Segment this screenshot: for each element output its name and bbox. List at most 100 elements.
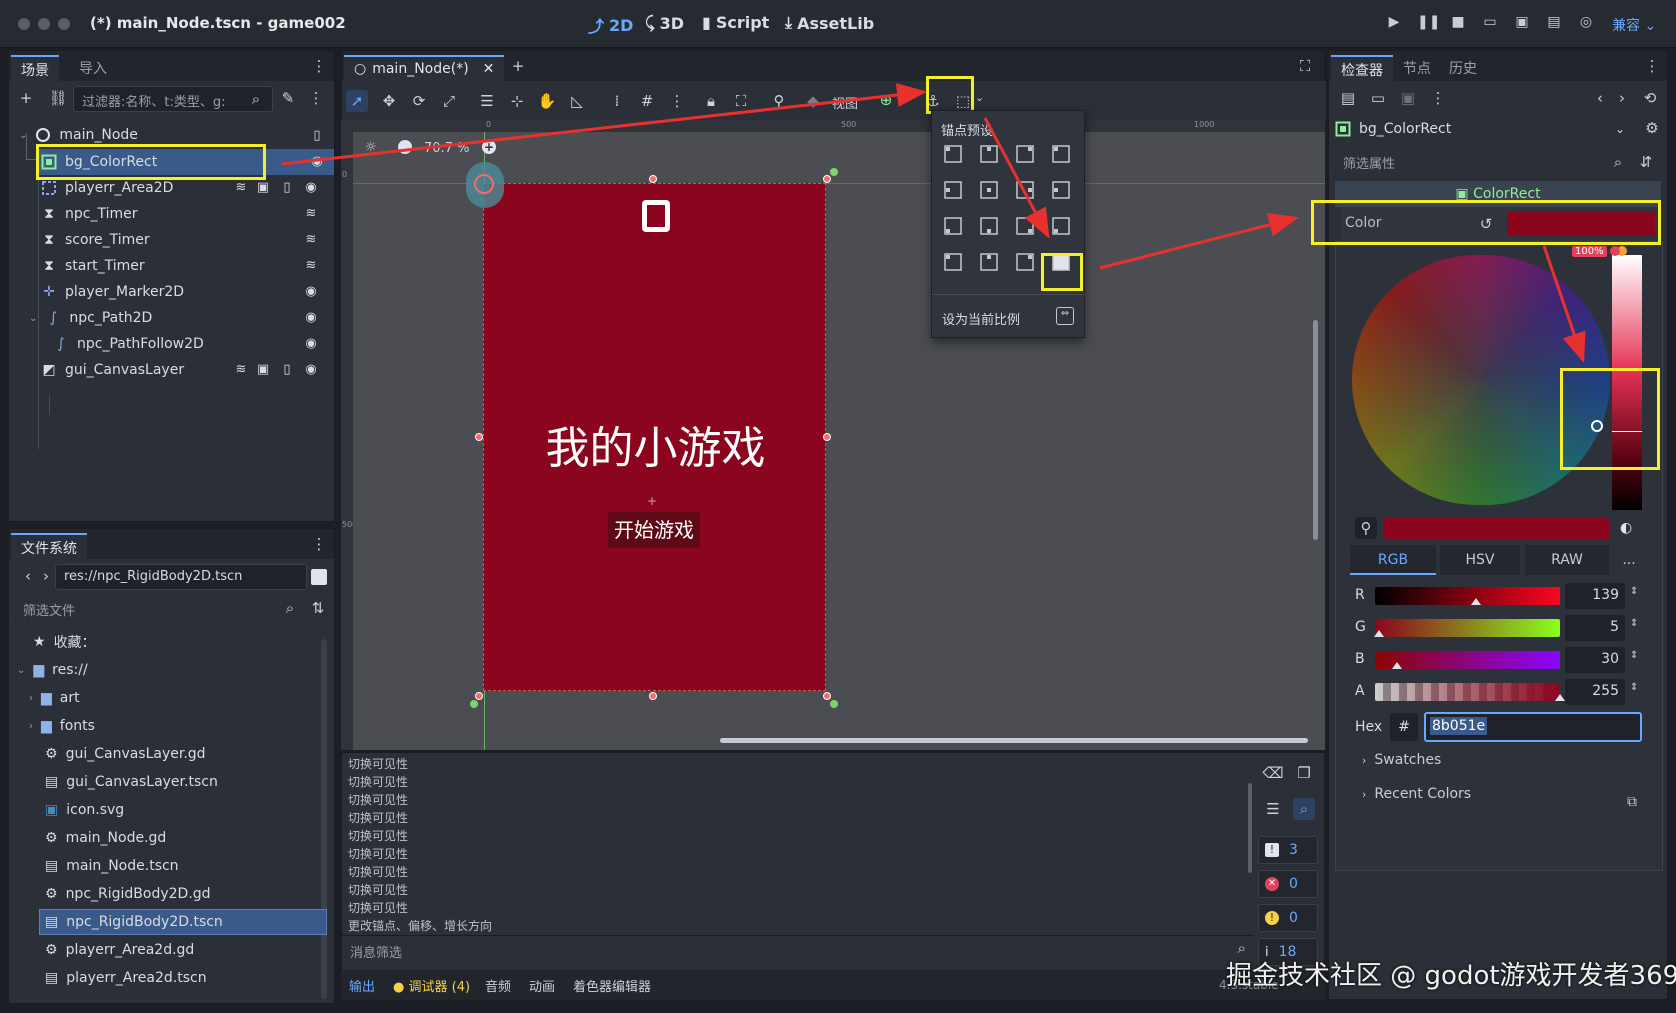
rotate-mode-icon[interactable]: ⟳ (408, 90, 430, 112)
file-item-playerr-area2d-gd[interactable]: ⚙ playerr_Area2d.gd (45, 937, 194, 963)
anchor-preset-1-0-icon[interactable] (942, 179, 964, 201)
tree-node-player-marker2d[interactable]: ✛ player_Marker2D (41, 279, 184, 305)
anchor-handle[interactable] (830, 168, 838, 176)
tab-node[interactable]: 节点 (1393, 55, 1441, 81)
workspace-script-button[interactable]: ▮ Script (702, 13, 769, 32)
scrollbar[interactable] (321, 639, 327, 999)
resize-handle[interactable] (475, 433, 483, 441)
new-resource-icon[interactable]: ▤ (1337, 87, 1359, 109)
tab-output[interactable]: 输出 (349, 976, 375, 995)
grid-snap-icon[interactable]: # (636, 90, 658, 112)
play-scene-icon[interactable]: ▣ (1513, 14, 1531, 32)
group-icon[interactable]: ⛶ (730, 90, 752, 112)
swatches-section[interactable]: › Swatches (1362, 752, 1441, 768)
chevron-down-icon[interactable]: ⌄ (975, 91, 984, 104)
anchor-preset-2-3-icon[interactable] (1050, 215, 1072, 237)
resize-handle[interactable] (475, 692, 483, 700)
hex-input[interactable]: 8b051e (1424, 712, 1642, 742)
script-icon[interactable]: ▯ (309, 128, 325, 144)
object-properties-icon[interactable]: ⚙ (1641, 117, 1663, 139)
chevron-down-icon[interactable]: ⌄ (29, 313, 37, 324)
tab-filesystem[interactable]: 文件系统 (11, 533, 87, 559)
instance-icon[interactable]: ▣ (255, 180, 271, 196)
select-mode-icon[interactable]: ➚ (346, 90, 368, 112)
resize-handle[interactable] (823, 175, 831, 183)
anchor-handle[interactable] (470, 700, 478, 708)
horizontal-scrollbar[interactable] (720, 738, 1308, 743)
stepper-icon[interactable]: ⇕ (1630, 650, 1638, 661)
resize-handle[interactable] (649, 175, 657, 183)
remote-debug-icon[interactable]: ▭ (1481, 14, 1499, 32)
file-item-fonts[interactable]: › ▆ fonts (29, 713, 95, 739)
error-count-toggle[interactable]: ✕ 0 (1258, 870, 1318, 898)
workspace-3d-button[interactable]: ⤹ 3D (645, 13, 684, 33)
resize-handle[interactable] (823, 692, 831, 700)
zoom-out-icon[interactable] (398, 140, 412, 154)
stepper-icon[interactable]: ⇕ (1630, 682, 1638, 693)
anchor-preset-3-0-icon[interactable] (942, 251, 964, 273)
pivot-icon[interactable]: ⊹ (506, 90, 528, 112)
hex-hash-toggle[interactable]: # (1390, 713, 1418, 741)
visibility-eye-icon[interactable]: ◉ (303, 284, 319, 300)
collapse-icon[interactable]: ☰ (1262, 798, 1284, 820)
history-back-icon[interactable]: ‹ (1589, 87, 1611, 109)
anchor-preset-0-1-icon[interactable] (978, 143, 1000, 165)
channel-pointer-icon[interactable] (1373, 630, 1384, 637)
anchor-preset-1-3-icon[interactable] (1050, 179, 1072, 201)
play-icon[interactable]: ▶ (1385, 14, 1403, 32)
movie-maker-icon[interactable]: ◎ (1577, 14, 1595, 32)
list-select-icon[interactable]: ☰ (476, 90, 498, 112)
split-view-icon[interactable] (311, 569, 327, 585)
visibility-eye-icon[interactable]: ◉ (309, 154, 325, 170)
mode-raw-tab[interactable]: RAW (1525, 545, 1609, 575)
maximize-window-button[interactable] (58, 18, 70, 30)
tab-inspector[interactable]: 检查器 (1331, 55, 1393, 81)
anchor-preset-3-2-icon[interactable] (1014, 251, 1036, 273)
add-node-icon[interactable]: + (15, 87, 37, 109)
signal-icon[interactable]: ≋ (303, 232, 319, 248)
stepper-icon[interactable]: ⇕ (1630, 586, 1638, 597)
copy-icon[interactable]: ❐ (1293, 762, 1315, 784)
save-icon[interactable]: ▣ (1397, 87, 1419, 109)
file-item-gui-canvaslayer-gd[interactable]: ⚙ gui_CanvasLayer.gd (45, 741, 206, 767)
file-item-icon-svg[interactable]: ▣ icon.svg (45, 797, 124, 823)
anchor-preset-0-2-icon[interactable] (1014, 143, 1036, 165)
visibility-eye-icon[interactable]: ◉ (303, 362, 319, 378)
anchor-preset-3-1-icon[interactable] (978, 251, 1000, 273)
object-selector[interactable]: bg_ColorRect ⌄ (1335, 115, 1625, 143)
add-tab-icon[interactable]: + (507, 55, 529, 77)
channel-pointer-icon[interactable] (1555, 694, 1565, 701)
zoom-in-icon[interactable]: + (482, 140, 496, 154)
minimize-window-button[interactable] (38, 18, 50, 30)
start-game-button[interactable]: 开始游戏 (608, 512, 700, 548)
anchor-preset-0-0-icon[interactable] (942, 143, 964, 165)
tab-debugger[interactable]: ● 调试器 (4) (393, 976, 470, 995)
tree-node-npc-path2d[interactable]: ⌄ ∫ npc_Path2D (29, 305, 152, 331)
anchor-preset-icon[interactable]: ⊕ (875, 89, 897, 111)
file-item-npc-rigidbody2d-tscn[interactable]: ▤ npc_RigidBody2D.tscn (45, 909, 223, 935)
channel-r-slider[interactable] (1375, 587, 1560, 605)
visibility-eye-icon[interactable]: ◉ (303, 336, 319, 352)
channel-b-slider[interactable] (1375, 651, 1560, 669)
visibility-eye-icon[interactable]: ◉ (303, 180, 319, 196)
tab-animation[interactable]: 动画 (529, 976, 555, 995)
file-item-main-node-tscn[interactable]: ▤ main_Node.tscn (45, 853, 179, 879)
tree-node-gui-canvaslayer[interactable]: ◩ gui_CanvasLayer (41, 357, 184, 383)
history-forward-icon[interactable]: › (1611, 87, 1633, 109)
anchor-preset-2-1-icon[interactable] (978, 215, 1000, 237)
pan-icon[interactable]: ✋ (536, 90, 558, 112)
ratio-icon[interactable]: ⇔ (1056, 307, 1074, 325)
open-folder-icon[interactable]: ▭ (1367, 87, 1389, 109)
file-item-gui-canvaslayer-tscn[interactable]: ▤ gui_CanvasLayer.tscn (45, 769, 218, 795)
favorites-item[interactable]: ★ 收藏： (33, 629, 96, 655)
workspace-2d-button[interactable]: ⤴ 2D (588, 13, 633, 37)
signal-icon[interactable]: ≋ (233, 362, 249, 378)
tab-audio[interactable]: 音频 (485, 976, 511, 995)
anchor-handle[interactable] (830, 700, 838, 708)
chevron-right-icon[interactable]: › (29, 721, 33, 732)
resize-handle[interactable] (823, 433, 831, 441)
tree-node-npc-pathfollow2d[interactable]: ∫ npc_PathFollow2D (53, 331, 203, 357)
file-item-playerr-area2d-tscn[interactable]: ▤ playerr_Area2d.tscn (45, 965, 207, 991)
forward-icon[interactable]: › (35, 565, 57, 587)
more-icon[interactable]: ⋮ (666, 90, 688, 112)
